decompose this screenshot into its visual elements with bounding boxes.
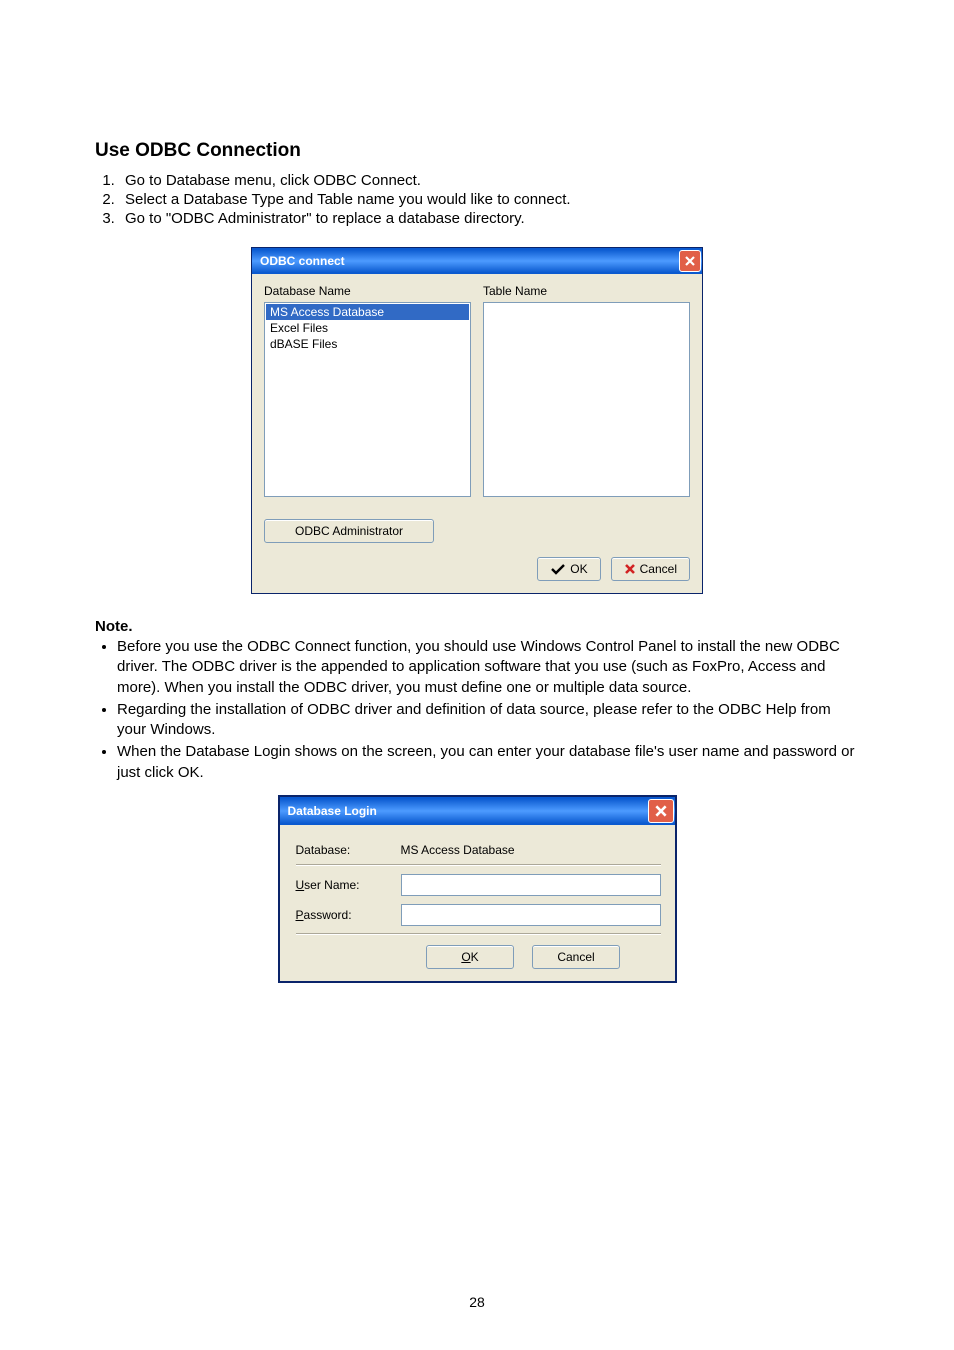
ok-button[interactable]: OK	[537, 557, 600, 581]
separator	[296, 865, 661, 866]
password-field[interactable]	[401, 904, 661, 926]
close-button[interactable]	[648, 799, 674, 823]
dialog-titlebar: Database Login	[280, 797, 675, 825]
database-label: Database:	[296, 843, 401, 857]
table-name-listbox[interactable]	[483, 302, 690, 497]
close-button[interactable]	[679, 250, 701, 272]
list-item[interactable]: Excel Files	[266, 320, 469, 336]
table-name-label: Table Name	[483, 284, 690, 298]
database-name-listbox[interactable]: MS Access Database Excel Files dBASE Fil…	[264, 302, 471, 497]
note-item: Regarding the installation of ODBC drive…	[117, 700, 859, 741]
dialog-title: Database Login	[288, 804, 377, 818]
list-item[interactable]: MS Access Database	[266, 304, 469, 320]
close-icon	[684, 255, 696, 267]
close-icon	[654, 804, 668, 818]
list-item[interactable]: dBASE Files	[266, 336, 469, 352]
page-number: 28	[0, 1294, 954, 1310]
dialog-title: ODBC connect	[260, 254, 345, 268]
database-name-label: Database Name	[264, 284, 471, 298]
notes-list: Before you use the ODBC Connect function…	[95, 637, 859, 783]
ok-button[interactable]: OK	[426, 945, 514, 969]
odbc-administrator-button[interactable]: ODBC Administrator	[264, 519, 434, 543]
odbc-connect-dialog: ODBC connect Database Name MS Access Dat…	[251, 247, 703, 594]
username-field[interactable]	[401, 874, 661, 896]
step-item: Go to Database menu, click ODBC Connect.	[119, 172, 859, 189]
cancel-icon	[624, 563, 636, 575]
note-heading: Note.	[95, 618, 859, 635]
ok-button-label: OK	[570, 562, 587, 576]
check-icon	[550, 563, 566, 575]
step-item: Select a Database Type and Table name yo…	[119, 191, 859, 208]
page-heading: Use ODBC Connection	[95, 140, 859, 162]
database-login-dialog: Database Login Database: MS Access Datab…	[278, 795, 677, 983]
note-item: When the Database Login shows on the scr…	[117, 742, 859, 783]
separator	[296, 934, 661, 935]
cancel-button-label: Cancel	[640, 562, 677, 576]
cancel-button[interactable]: Cancel	[532, 945, 620, 969]
password-label: Password:	[296, 908, 401, 922]
dialog-titlebar: ODBC connect	[252, 248, 702, 274]
username-label: User Name:	[296, 878, 401, 892]
cancel-button[interactable]: Cancel	[611, 557, 690, 581]
note-item: Before you use the ODBC Connect function…	[117, 637, 859, 698]
database-value: MS Access Database	[401, 843, 515, 857]
steps-list: Go to Database menu, click ODBC Connect.…	[95, 172, 859, 227]
step-item: Go to "ODBC Administrator" to replace a …	[119, 210, 859, 227]
